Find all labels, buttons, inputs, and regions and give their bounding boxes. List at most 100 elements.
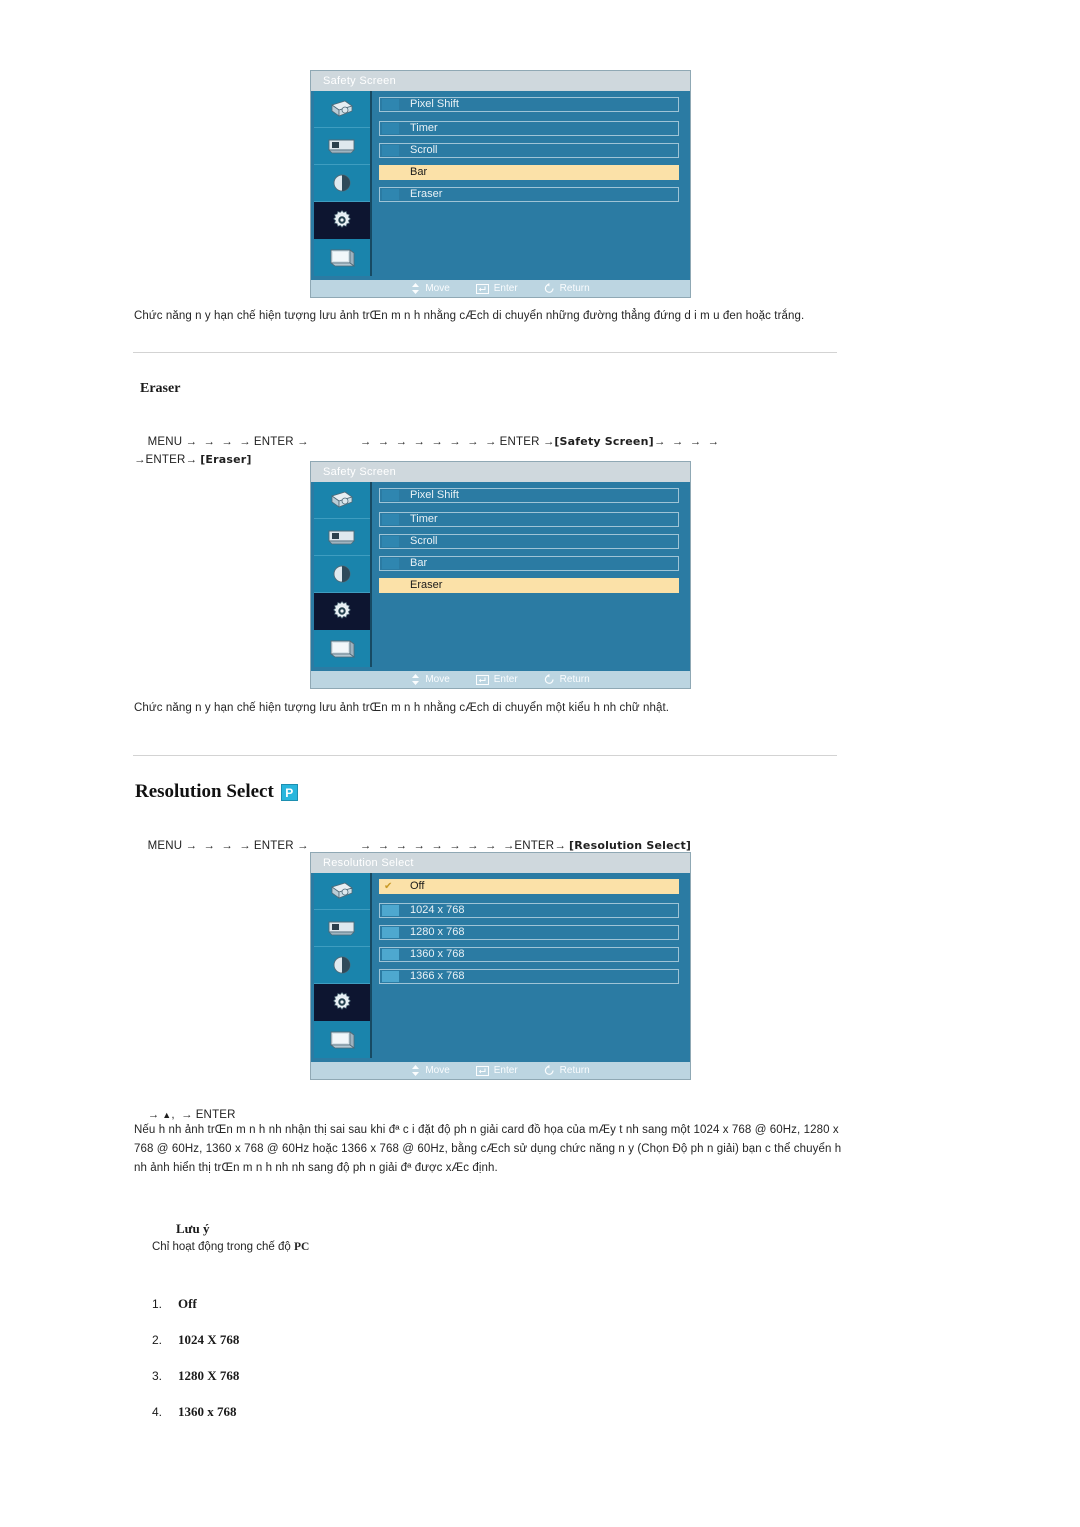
row-chip xyxy=(382,99,399,110)
osd-title: Safety Screen xyxy=(311,462,690,482)
resolution-paragraph: Nếu h nh ảnh trŒn m n h nh nhận thị sai … xyxy=(134,1124,842,1174)
osd-item-label: Scroll xyxy=(410,144,438,156)
move-arrows-icon xyxy=(412,283,420,294)
menu-label: MENU xyxy=(147,436,183,448)
resolution-select-bracket: [Resolution Select] xyxy=(569,839,692,852)
divider-2 xyxy=(133,755,837,756)
osd-item-label: Off xyxy=(410,880,425,892)
note-title: Lưu ý xyxy=(176,1221,210,1236)
enter-key-icon xyxy=(475,674,489,685)
osd-item-scroll[interactable]: Scroll xyxy=(379,143,679,158)
enter-label-2: ENTER xyxy=(514,840,555,852)
row-chip xyxy=(382,145,399,156)
return-icon xyxy=(544,674,554,684)
osd-item-1360x768[interactable]: 1360 x 768 xyxy=(379,947,679,962)
osd-item-label: Eraser xyxy=(410,188,443,200)
osd-item-label: Timer xyxy=(410,122,438,134)
osd-item-1366x768[interactable]: 1366 x 768 xyxy=(379,969,679,984)
list-value: 1360 x 768 xyxy=(178,1404,237,1419)
osd-footer: Move Enter Return xyxy=(311,280,690,297)
osd-safety-screen-eraser: Safety Screen Pixel Shift Timer Scroll B… xyxy=(310,461,691,689)
row-chip xyxy=(382,536,399,547)
sidebar-icon-multicontrol[interactable] xyxy=(314,239,370,276)
eraser-caption: Chức năng n y hạn chế hiện tượng lưu ảnh… xyxy=(134,702,670,714)
footer-enter: Enter xyxy=(475,1062,518,1079)
list-value: 1024 X 768 xyxy=(178,1332,240,1347)
osd-item-bar[interactable]: Bar xyxy=(379,165,679,180)
osd-item-pixel-shift[interactable]: Pixel Shift xyxy=(379,97,679,112)
row-chip xyxy=(382,490,399,501)
sidebar-icon-setup-active[interactable] xyxy=(314,593,370,630)
osd-title: Safety Screen xyxy=(311,71,690,91)
sidebar-icon-multicontrol[interactable] xyxy=(314,1021,370,1058)
return-icon xyxy=(544,1065,554,1075)
osd-safety-screen-bar: Safety Screen Pixel Shift Timer Scroll B… xyxy=(310,70,691,298)
footer-enter-label: Enter xyxy=(493,283,518,294)
row-chip xyxy=(382,189,399,200)
list-value: Off xyxy=(178,1296,197,1311)
list-index: 3. xyxy=(152,1369,163,1383)
sidebar-icon-contrast[interactable] xyxy=(314,556,370,593)
footer-return: Return xyxy=(544,1062,590,1079)
list-index: 1. xyxy=(152,1297,163,1311)
osd-item-off[interactable]: ✔ Off xyxy=(379,879,679,894)
menu-label: MENU xyxy=(147,840,183,852)
osd-item-scroll[interactable]: Scroll xyxy=(379,534,679,549)
eraser-heading: Eraser xyxy=(140,381,181,396)
footer-enter-label: Enter xyxy=(493,1065,518,1076)
osd-item-bar[interactable]: Bar xyxy=(379,556,679,571)
osd-item-1024x768[interactable]: 1024 x 768 xyxy=(379,903,679,918)
manual-page: Safety Screen Pixel Shift Timer Scroll B… xyxy=(0,0,1080,1527)
osd-item-label: Timer xyxy=(410,513,438,525)
osd-footer: Move Enter Return xyxy=(311,1062,690,1079)
osd-resolution-select: Resolution Select ✔ Off 1024 x 768 1280 … xyxy=(310,852,691,1080)
footer-enter: Enter xyxy=(475,280,518,297)
sidebar-icon-setup-active[interactable] xyxy=(314,984,370,1021)
row-chip xyxy=(382,971,399,982)
sidebar-icon-display[interactable] xyxy=(314,910,370,947)
divider-1 xyxy=(133,352,837,353)
osd-sidebar xyxy=(314,482,372,667)
osd-item-1280x768[interactable]: 1280 x 768 xyxy=(379,925,679,940)
move-arrows-icon xyxy=(412,1065,420,1076)
footer-enter-label: Enter xyxy=(493,674,518,685)
list-value: 1280 X 768 xyxy=(178,1368,240,1383)
osd-item-list: Pixel Shift Timer Scroll Bar Eraser xyxy=(379,488,679,600)
row-chip xyxy=(382,905,399,916)
row-chip xyxy=(382,514,399,525)
osd-item-eraser[interactable]: Eraser xyxy=(379,578,679,593)
sidebar-icon-contrast[interactable] xyxy=(314,947,370,984)
sidebar-icon-contrast[interactable] xyxy=(314,165,370,202)
sidebar-icon-setup-active[interactable] xyxy=(314,202,370,239)
sidebar-icon-display[interactable] xyxy=(314,519,370,556)
return-icon xyxy=(544,283,554,293)
osd-item-list: Pixel Shift Timer Scroll Bar Eraser xyxy=(379,97,679,209)
sidebar-icon-picture[interactable] xyxy=(314,482,370,519)
footer-move-label: Move xyxy=(425,1065,450,1076)
resolution-options-list: 1. Off 2. 1024 X 768 3. 1280 X 768 4. 13… xyxy=(152,1296,552,1440)
osd-title: Resolution Select xyxy=(311,853,690,873)
osd-item-list: ✔ Off 1024 x 768 1280 x 768 1360 x 768 1… xyxy=(379,879,679,991)
sidebar-icon-multicontrol[interactable] xyxy=(314,630,370,667)
enter-label: ENTER xyxy=(253,436,294,448)
row-chip xyxy=(382,927,399,938)
check-icon: ✔ xyxy=(384,881,393,892)
footer-move-label: Move xyxy=(425,674,450,685)
osd-item-label: 1024 x 768 xyxy=(410,904,465,916)
sidebar-icon-picture[interactable] xyxy=(314,91,370,128)
note-body-text: Chỉ hoạt động trong chế độ xyxy=(152,1241,294,1253)
osd-item-timer[interactable]: Timer xyxy=(379,121,679,136)
osd-item-eraser[interactable]: Eraser xyxy=(379,187,679,202)
osd-item-label: 1280 x 768 xyxy=(410,926,465,938)
osd-item-pixel-shift[interactable]: Pixel Shift xyxy=(379,488,679,503)
footer-enter: Enter xyxy=(475,671,518,688)
sidebar-icon-picture[interactable] xyxy=(314,873,370,910)
sidebar-icon-display[interactable] xyxy=(314,128,370,165)
osd-sidebar xyxy=(314,91,372,276)
row-chip xyxy=(382,558,399,569)
footer-move: Move xyxy=(411,671,450,688)
osd-item-timer[interactable]: Timer xyxy=(379,512,679,527)
list-index: 2. xyxy=(152,1333,163,1347)
footer-return: Return xyxy=(544,280,590,297)
list-item: 3. 1280 X 768 xyxy=(152,1368,552,1404)
